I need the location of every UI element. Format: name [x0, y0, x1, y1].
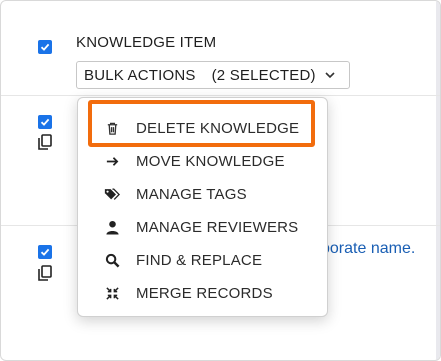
- row-title-link[interactable]: porate name.: [321, 240, 415, 258]
- menu-item-move-knowledge[interactable]: MOVE KNOWLEDGE: [78, 146, 327, 176]
- trash-icon: [104, 120, 120, 136]
- chevron-down-icon: [325, 72, 335, 79]
- menu-item-label: MERGE RECORDS: [136, 284, 273, 302]
- menu-item-merge-records[interactable]: MERGE RECORDS: [78, 278, 327, 308]
- bulk-actions-menu: DELETE KNOWLEDGE MOVE KNOWLEDGE MANAGE T…: [77, 97, 328, 317]
- menu-item-manage-reviewers[interactable]: MANAGE REVIEWERS: [78, 212, 327, 242]
- selected-count: (2 SELECTED): [211, 66, 316, 84]
- menu-item-label: DELETE KNOWLEDGE: [136, 119, 300, 137]
- column-header-title: KNOWLEDGE ITEM: [76, 34, 217, 51]
- merge-icon: [104, 285, 120, 301]
- search-icon: [104, 252, 120, 268]
- copy-icon[interactable]: [38, 265, 52, 281]
- menu-item-label: MANAGE REVIEWERS: [136, 218, 299, 236]
- menu-item-label: FIND & REPLACE: [136, 251, 263, 269]
- menu-item-label: MANAGE TAGS: [136, 185, 247, 203]
- bulk-actions-panel: KNOWLEDGE ITEM BULK ACTIONS (2 SELECTED)…: [0, 0, 441, 361]
- user-icon: [104, 219, 120, 235]
- bulk-actions-label: BULK ACTIONS: [84, 66, 196, 84]
- row-checkbox[interactable]: [38, 245, 52, 259]
- menu-item-delete-knowledge[interactable]: DELETE KNOWLEDGE: [78, 113, 327, 143]
- menu-item-label: MOVE KNOWLEDGE: [136, 152, 285, 170]
- checkmark-icon: [40, 248, 50, 256]
- row-checkbox[interactable]: [38, 115, 52, 129]
- tags-icon: [104, 186, 120, 202]
- row-divider: [1, 95, 440, 96]
- arrow-right-icon: [104, 153, 120, 169]
- scrollbar-track[interactable]: [436, 1, 440, 360]
- menu-item-manage-tags[interactable]: MANAGE TAGS: [78, 179, 327, 209]
- checkmark-icon: [40, 118, 50, 126]
- bulk-actions-dropdown[interactable]: BULK ACTIONS (2 SELECTED): [76, 61, 350, 89]
- menu-item-find-replace[interactable]: FIND & REPLACE: [78, 245, 327, 275]
- copy-icon[interactable]: [38, 134, 52, 150]
- checkmark-icon: [40, 43, 50, 51]
- select-all-checkbox[interactable]: [38, 40, 52, 54]
